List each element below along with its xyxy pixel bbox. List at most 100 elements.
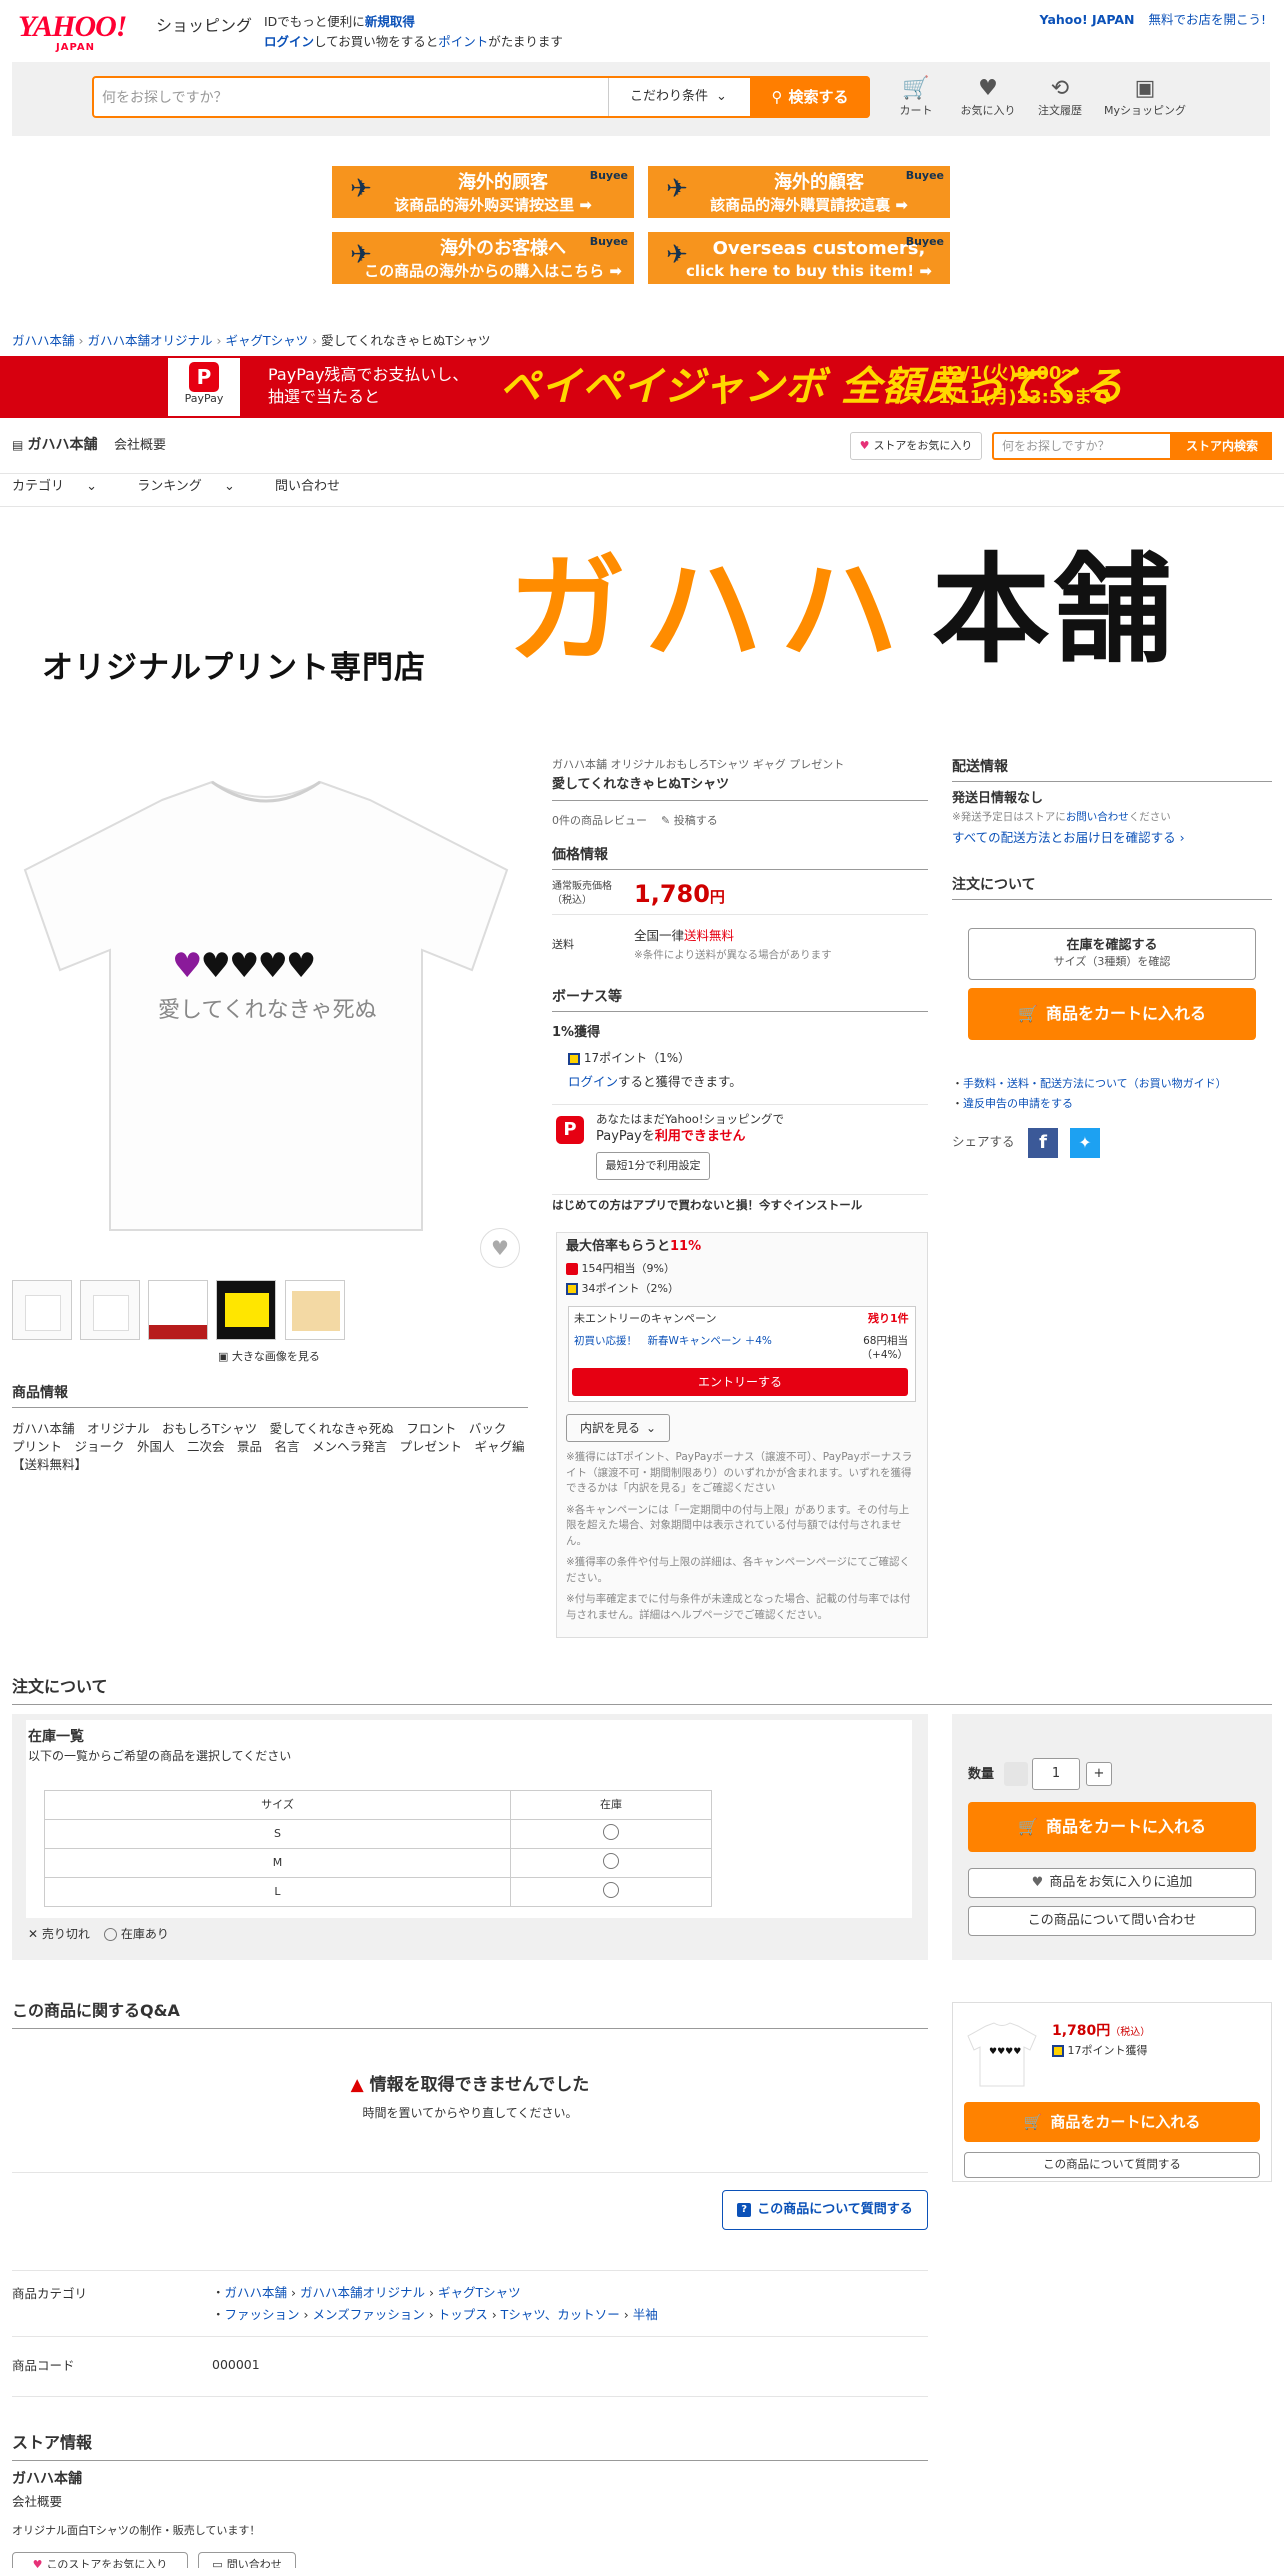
- image-icon: ▣: [218, 1350, 232, 1363]
- nav-cart[interactable]: 🛒 カート: [880, 74, 952, 119]
- favorite-heart-button[interactable]: ♥: [480, 1228, 520, 1268]
- breadcrumb-item[interactable]: ガハハ本舗オリジナル: [88, 333, 213, 348]
- nav-favorites[interactable]: ♥ お気に入り: [952, 74, 1024, 119]
- category-link[interactable]: ガハハ本舗: [225, 2285, 288, 2300]
- pp-line1: あなたはまだYahoo!ショッピングで: [596, 1112, 784, 1126]
- sticky-ask-button[interactable]: この商品について質問する: [964, 2152, 1260, 2178]
- store-info-name[interactable]: ガハハ本舗: [12, 2470, 82, 2489]
- quantity-input[interactable]: 1: [1032, 1758, 1080, 1790]
- inquiry-button[interactable]: この商品について問い合わせ: [968, 1906, 1256, 1936]
- new-id-link[interactable]: 新規取得: [365, 14, 415, 29]
- store-nav-contact[interactable]: 問い合わせ: [275, 479, 340, 494]
- thumbnail[interactable]: [148, 1280, 209, 1340]
- search-button-label: 検索する: [788, 87, 849, 106]
- product-image[interactable]: ♥♥♥♥♥ 愛してくれなきゃ死ぬ: [12, 760, 520, 1250]
- max-rate-value: 11%: [670, 1239, 702, 1254]
- pts1-label: 154円相当（9%）: [581, 1262, 675, 1275]
- twitter-icon[interactable]: ✦: [1070, 1128, 1100, 1158]
- circle-icon: [103, 1928, 117, 1941]
- point-link[interactable]: ポイント: [438, 34, 488, 49]
- thumbnail[interactable]: [12, 1280, 72, 1340]
- table-row: M: [44, 1848, 712, 1878]
- store-nav-ranking[interactable]: ランキング ⌄: [137, 479, 253, 494]
- breadcrumb-item[interactable]: ギャグTシャツ: [226, 333, 309, 348]
- post-review-link[interactable]: ✎ 投稿する: [661, 814, 718, 827]
- size-radio[interactable]: [603, 1823, 619, 1840]
- chevron-right-icon: ›: [299, 2307, 313, 2322]
- buyee-banner-ja[interactable]: ✈ Buyee 海外のお客様へ この商品の海外からの購入はこちら ➡: [330, 230, 636, 286]
- plane-icon: ✈: [666, 174, 688, 204]
- bonus-login-link[interactable]: ログイン: [568, 1074, 618, 1089]
- open-store-link[interactable]: 無料でお店を開こう!: [1148, 12, 1266, 27]
- free-shipping: 送料無料: [684, 928, 735, 943]
- search-condition-dropdown[interactable]: こだわり条件 ⌄: [608, 78, 748, 116]
- all-shipping-link[interactable]: すべての配送方法とお届け日を確認する ›: [952, 830, 1185, 847]
- buyee-tag: Buyee: [589, 169, 628, 182]
- quantity-minus-button[interactable]: [1004, 1762, 1028, 1786]
- quantity-plus-button[interactable]: +: [1086, 1762, 1112, 1786]
- store-name[interactable]: ▤ ガハハ本舗: [12, 436, 98, 455]
- sticky-points: 17ポイント獲得: [1052, 2044, 1148, 2059]
- chevron-right-icon: ›: [1175, 830, 1185, 845]
- facebook-icon[interactable]: f: [1028, 1128, 1058, 1158]
- entry-button[interactable]: エントリーする: [572, 1368, 908, 1396]
- ask-question-button[interactable]: ? この商品について質問する: [722, 2190, 928, 2230]
- guide-link[interactable]: 手数料・送料・配送方法について（お買い物ガイド）: [963, 1077, 1227, 1090]
- store-contact-button[interactable]: ▭ 問い合わせ: [198, 2552, 296, 2568]
- thumbnail[interactable]: [216, 1280, 277, 1340]
- category-link[interactable]: 半袖: [633, 2307, 658, 2322]
- thumbnail[interactable]: [284, 1280, 345, 1340]
- size-radio[interactable]: [603, 1852, 619, 1869]
- paypay-setup-button[interactable]: 最短1分で利用設定: [596, 1152, 710, 1180]
- nav-history[interactable]: ⟲ 注文履歴: [1024, 74, 1096, 119]
- add-favorite-button[interactable]: ♥ 商品をお気に入りに追加: [968, 1868, 1256, 1898]
- store-search-input[interactable]: 何をお探しですか？: [992, 432, 1172, 460]
- category-link[interactable]: ガハハ本舗オリジナル: [300, 2285, 425, 2300]
- category-link[interactable]: ギャグTシャツ: [438, 2285, 521, 2300]
- ship-contact-link[interactable]: お問い合わせ: [1066, 811, 1129, 823]
- store-info-about[interactable]: 会社概要: [12, 2494, 62, 2511]
- buyee-banner-cn-traditional[interactable]: ✈ Buyee 海外的顧客 該商品的海外購買請按這裏 ➡: [646, 164, 952, 220]
- enlarge-image-link[interactable]: ▣ 大きな画像を見る: [218, 1350, 320, 1365]
- store-favorite-button[interactable]: ♥ このストアをお気に入り: [12, 2552, 188, 2568]
- category-link[interactable]: メンズファッション: [312, 2307, 424, 2322]
- price-number: 1,780: [634, 880, 710, 908]
- app-install-link[interactable]: はじめての方はアプリで買わないと損！今すぐインストール: [552, 1198, 862, 1214]
- nav-myshopping[interactable]: ▣ Myショッピング: [1100, 74, 1190, 119]
- stock-list-title: 在庫一覧: [28, 1729, 84, 1745]
- store-search-button[interactable]: ストア内検索: [1172, 432, 1272, 460]
- entry-campaign-link[interactable]: 初買い応援！ 新春Wキャンペーン ＋4%: [574, 1334, 772, 1348]
- order-heading-side: 注文について: [952, 876, 1272, 900]
- category-link[interactable]: Tシャツ、カットソー: [501, 2307, 620, 2322]
- add-to-cart-button-2[interactable]: 🛒 商品をカートに入れる: [968, 1802, 1256, 1852]
- breadcrumb-item[interactable]: ガハハ本舗: [12, 333, 75, 348]
- store-about-link[interactable]: 会社概要: [114, 437, 166, 455]
- size-radio[interactable]: [603, 1881, 619, 1898]
- favorite-store-button[interactable]: ♥ ストアをお気に入り: [850, 432, 982, 460]
- add-to-cart-button[interactable]: 🛒 商品をカートに入れる: [968, 988, 1256, 1040]
- sticky-add-to-cart-button[interactable]: 🛒 商品をカートに入れる: [964, 2102, 1260, 2142]
- category-link[interactable]: トップス: [438, 2307, 488, 2322]
- pts2-label: 34ポイント（2%）: [581, 1282, 679, 1295]
- yahoo-japan-link[interactable]: Yahoo! JAPAN: [1040, 12, 1135, 27]
- bonus-points: 17ポイント（1%）: [568, 1050, 690, 1066]
- search-button[interactable]: ⚲ 検索する: [750, 76, 870, 118]
- buyee-banner-cn-simplified[interactable]: ✈ Buyee 海外的顾客 该商品的海外购买请按这里 ➡: [330, 164, 636, 220]
- shopping-logo-text[interactable]: ショッピング: [156, 15, 252, 37]
- breadcrumb: ガハハ本舗 › ガハハ本舗オリジナル › ギャグTシャツ › 愛してくれなきゃヒぬTシャツ: [12, 333, 491, 350]
- thumbnail[interactable]: [80, 1280, 141, 1340]
- review-count[interactable]: 0件の商品レビュー: [552, 814, 647, 827]
- search-input[interactable]: [102, 78, 602, 116]
- category-link[interactable]: ファッション: [225, 2307, 300, 2322]
- yahoo-logo[interactable]: YAHOO!: [18, 12, 127, 42]
- store-info-heading: ストア情報: [12, 2432, 928, 2461]
- report-link[interactable]: 違反申告の申請をする: [963, 1097, 1073, 1110]
- sticky-product-thumbnail[interactable]: ♥♥♥♥: [966, 2018, 1038, 2090]
- store-nav-category[interactable]: カテゴリ ⌄: [12, 479, 115, 494]
- breakdown-button[interactable]: 内訳を見る ⌄: [566, 1414, 670, 1442]
- divider: [12, 2270, 928, 2271]
- heart-icon: ♥: [32, 2557, 43, 2568]
- buyee-banner-en[interactable]: ✈ Buyee Overseas customers, click here to b…: [646, 230, 952, 286]
- login-link[interactable]: ログイン: [264, 34, 314, 49]
- check-stock-button[interactable]: 在庫を確認する サイズ（3種類）を確認: [968, 928, 1256, 980]
